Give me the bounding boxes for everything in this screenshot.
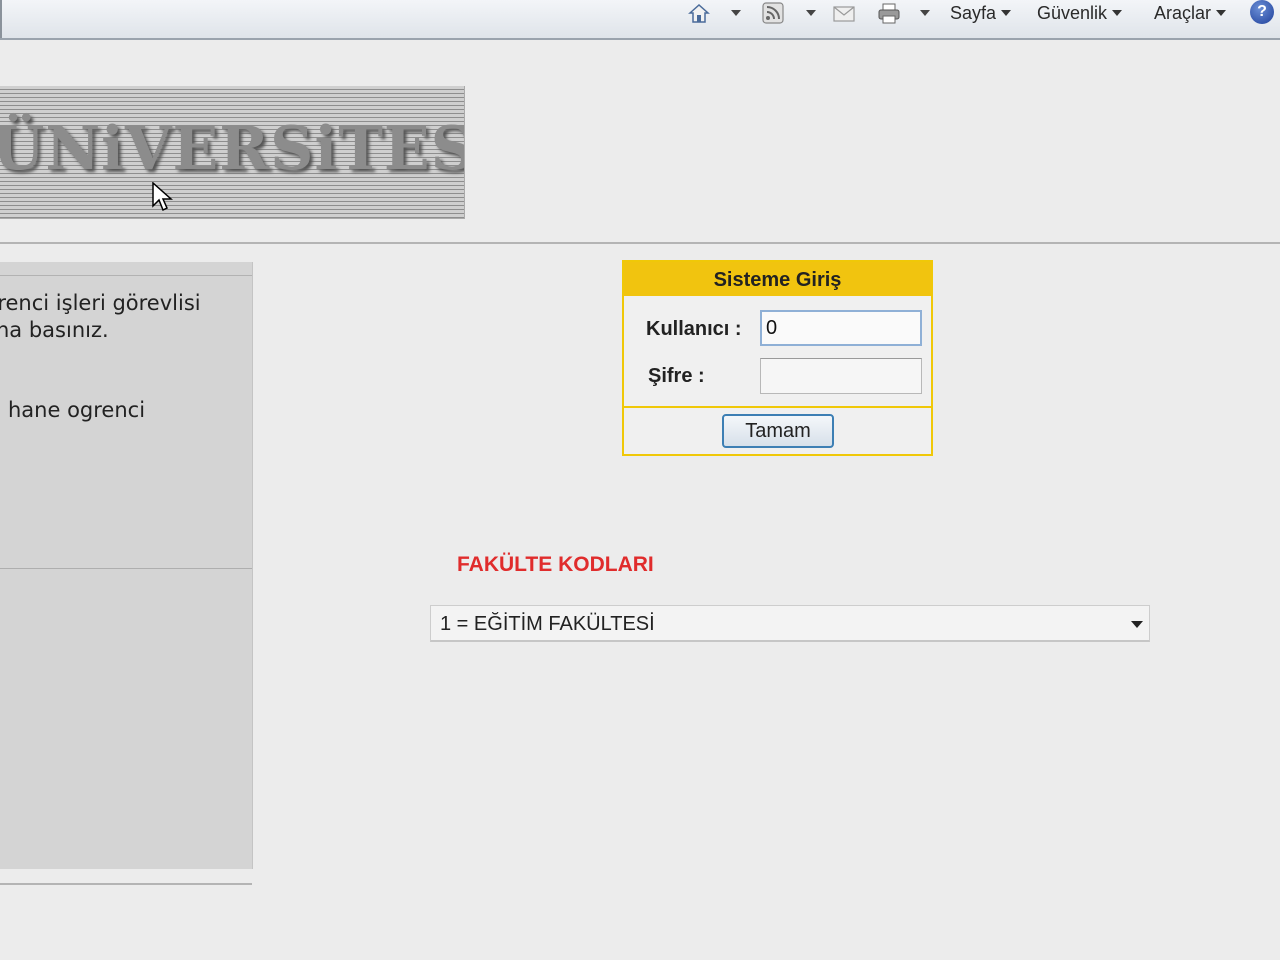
tools-menu[interactable]: Araçlar (1154, 2, 1227, 24)
panel-bottom-divider (0, 883, 252, 885)
chevron-down-icon (1131, 621, 1143, 628)
print-dropdown-icon[interactable] (920, 10, 930, 16)
panel-mid-divider (0, 568, 252, 569)
info-text-line-2: na basınız. (0, 318, 109, 342)
faculty-select[interactable]: 1 = EĞİTİM FAKÜLTESİ (430, 605, 1150, 642)
password-input[interactable] (760, 358, 922, 394)
panel-top-divider (0, 275, 252, 276)
info-panel: ğrenci işleri görevlisi na basınız. hane… (0, 262, 253, 869)
home-icon[interactable] (688, 2, 710, 24)
faculty-select-value: 1 = EĞİTİM FAKÜLTESİ (440, 613, 655, 635)
rss-feed-icon[interactable] (762, 2, 784, 24)
mouse-cursor-icon (152, 182, 173, 212)
read-mail-icon[interactable] (833, 2, 855, 24)
chevron-down-icon (1001, 10, 1012, 16)
username-input[interactable] (760, 310, 922, 346)
browser-command-bar: Sayfa Güvenlik Araçlar ? (0, 0, 1280, 40)
page-menu[interactable]: Sayfa (950, 2, 1012, 24)
help-icon[interactable]: ? (1250, 0, 1274, 24)
window-edge (0, 0, 2, 38)
home-dropdown-icon[interactable] (731, 10, 741, 16)
faculty-codes-title: FAKÜLTE KODLARI (457, 553, 654, 576)
info-text-line-3: hane ogrenci (8, 398, 146, 422)
banner-title: ÜNiVERSiTESi (0, 114, 465, 184)
safety-menu-label: Güvenlik (1037, 2, 1108, 23)
info-text-line-1: ğrenci işleri görevlisi (0, 291, 201, 315)
submit-button[interactable]: Tamam (722, 414, 834, 448)
feed-dropdown-icon[interactable] (806, 10, 816, 16)
username-label: Kullanıcı : (646, 318, 742, 340)
tools-menu-label: Araçlar (1154, 2, 1212, 23)
login-title: Sisteme Giriş (624, 262, 931, 296)
login-box: Sisteme Giriş Kullanıcı : Şifre : Tamam (622, 260, 933, 456)
university-banner: ÜNiVERSiTESi (0, 86, 465, 219)
password-label: Şifre : (648, 365, 705, 387)
chevron-down-icon (1216, 10, 1227, 16)
login-divider (624, 406, 931, 408)
page-menu-label: Sayfa (950, 2, 997, 23)
print-icon[interactable] (878, 2, 900, 24)
chevron-down-icon (1112, 10, 1123, 16)
header-divider (0, 242, 1280, 244)
safety-menu[interactable]: Güvenlik (1037, 2, 1123, 24)
